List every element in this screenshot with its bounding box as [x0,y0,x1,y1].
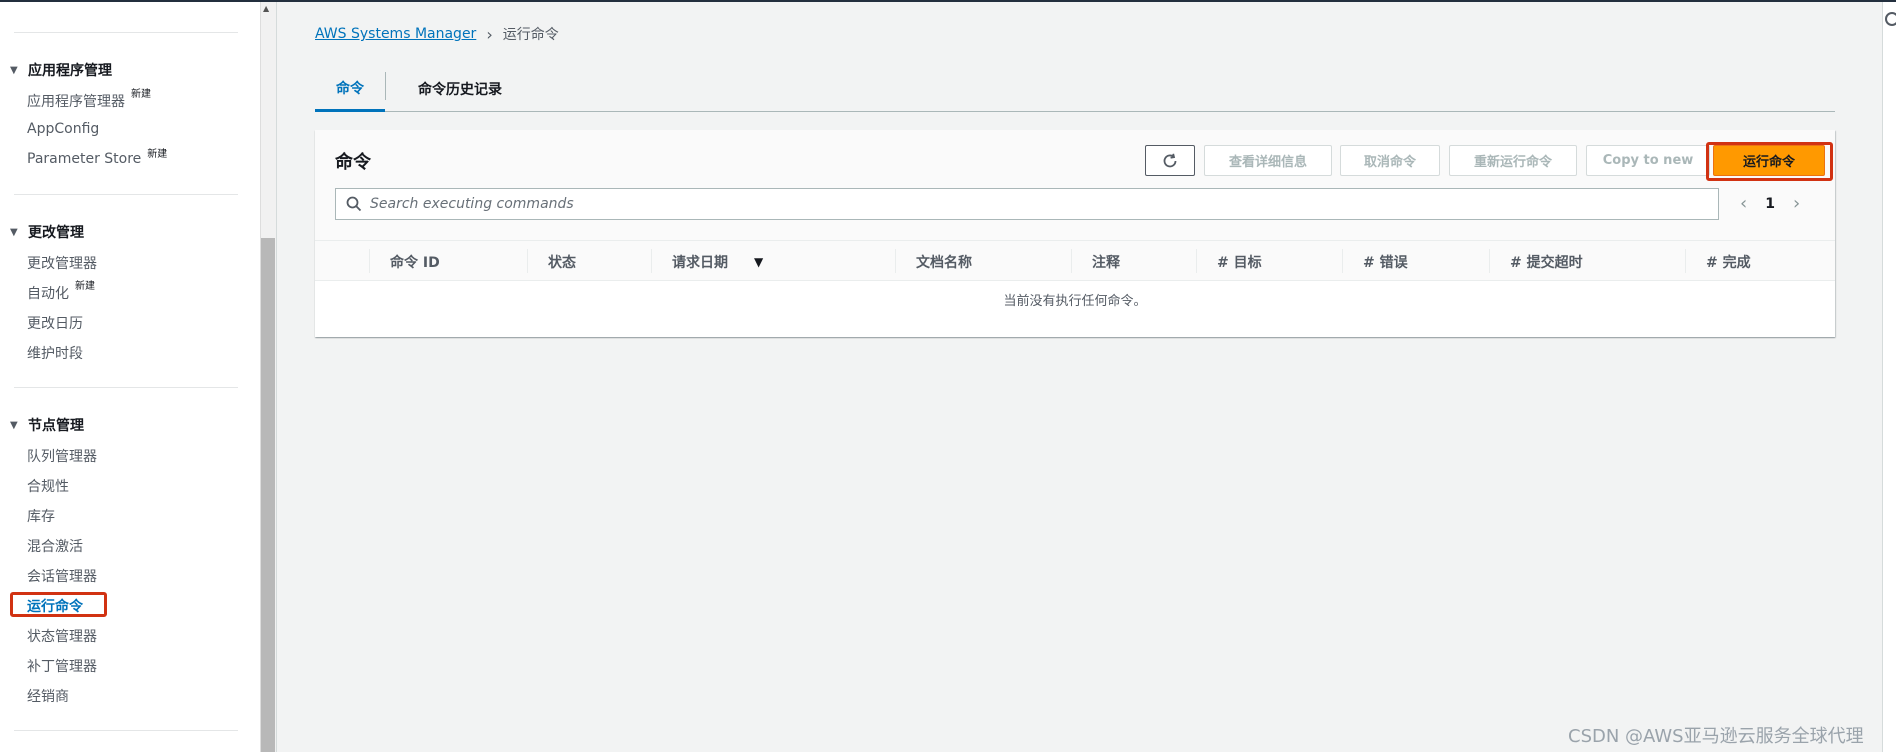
sidebar-section-node-management[interactable]: ▼ 节点管理 [10,415,84,435]
caret-down-icon: ▼ [10,226,18,238]
nav-item-label: 应用程序管理器 [27,94,125,110]
commands-panel: 命令 查看详细信息 取消命令 重新运行命令 Copy to new 运行命令 ‹… [315,130,1835,337]
sidebar-item-parameter-store[interactable]: Parameter Store 新建 [27,149,167,167]
nav-item-label: 经销商 [27,689,69,705]
nav-item-label: 混合激活 [27,539,83,555]
top-border [0,0,1896,2]
sort-descending-icon[interactable]: ▼ [754,255,763,269]
sidebar-section-app-management[interactable]: ▼ 应用程序管理 [10,60,112,80]
search-input[interactable] [370,196,1670,212]
sidebar-item-appconfig[interactable]: AppConfig [27,121,99,137]
nav-item-label: 库存 [27,509,55,525]
sidebar-divider [14,387,238,388]
right-side-panel [1882,2,1896,752]
sidebar-item-inventory[interactable]: 库存 [27,506,55,526]
scroll-up-icon[interactable]: ▲ [263,4,269,13]
pagination: ‹ 1 › [1740,193,1800,214]
caret-down-icon: ▼ [10,419,18,431]
current-page-number[interactable]: 1 [1765,196,1775,212]
column-delivery-timeouts[interactable]: # 提交超时 [1490,241,1583,282]
column-comment[interactable]: 注释 [1072,241,1120,282]
panel-title: 命令 [335,152,371,173]
table-header: 命令 ID 状态 请求日期 ▼ 文档名称 注释 # 目标 # 错误 # 提交超时… [315,240,1835,281]
sidebar-divider [14,194,238,195]
refresh-button[interactable] [1145,145,1195,176]
tab-bar: 命令 命令历史记录 [315,66,1835,112]
sidebar-item-maintenance-windows[interactable]: 维护时段 [27,343,83,363]
view-details-button[interactable]: 查看详细信息 [1204,145,1332,176]
search-icon [346,196,362,212]
sidebar-item-application-manager[interactable]: 应用程序管理器 新建 [27,89,151,111]
copy-to-new-button[interactable]: Copy to new [1586,145,1710,176]
column-request-date[interactable]: 请求日期 ▼ [652,241,763,282]
sidebar-item-compliance[interactable]: 合规性 [27,476,69,496]
nav-item-label: 会话管理器 [27,569,97,585]
search-bar [335,188,1719,220]
nav-item-label: 维护时段 [27,346,83,362]
column-command-id[interactable]: 命令 ID [370,241,440,282]
column-completed[interactable]: # 完成 [1686,241,1751,282]
previous-page-icon[interactable]: ‹ [1740,193,1747,214]
new-badge: 新建 [131,89,151,100]
tab-commands[interactable]: 命令 [315,66,385,112]
column-status[interactable]: 状态 [528,241,576,282]
section-title: 节点管理 [28,418,84,434]
next-page-icon[interactable]: › [1793,193,1800,214]
nav-item-label: AppConfig [27,121,100,137]
section-title: 更改管理 [28,225,84,241]
column-document-name[interactable]: 文档名称 [896,241,972,282]
sidebar-section-change-management[interactable]: ▼ 更改管理 [10,222,84,242]
sidebar-item-patch-manager[interactable]: 补丁管理器 [27,656,97,676]
column-label: 请求日期 [672,254,728,271]
sidebar-item-distributor[interactable]: 经销商 [27,686,69,706]
section-title: 应用程序管理 [28,63,112,79]
tab-command-history[interactable]: 命令历史记录 [395,66,525,112]
new-badge: 新建 [147,149,168,160]
column-errors[interactable]: # 错误 [1343,241,1408,282]
sidebar-item-change-manager[interactable]: 更改管理器 [27,253,97,273]
sidebar-item-automation[interactable]: 自动化 新建 [27,281,95,303]
column-targets[interactable]: # 目标 [1197,241,1262,282]
nav-item-label: 状态管理器 [27,629,97,645]
breadcrumb-current: 运行命令 [502,27,559,43]
sidebar-item-hybrid-activations[interactable]: 混合激活 [27,536,83,556]
breadcrumb-systems-manager-link[interactable]: AWS Systems Manager [315,26,476,42]
sidebar-nav: ▼ 应用程序管理 应用程序管理器 新建 AppConfig Parameter … [0,2,260,752]
chevron-right-icon: › [486,24,493,44]
nav-item-label: 补丁管理器 [27,659,97,675]
nav-item-label: 更改日历 [27,316,83,332]
nav-item-label: 自动化 [27,286,69,302]
empty-table-message: 当前没有执行任何命令。 [1003,294,1147,309]
rerun-command-button[interactable]: 重新运行命令 [1449,145,1577,176]
cancel-command-button[interactable]: 取消命令 [1340,145,1440,176]
new-badge: 新建 [75,281,95,292]
sidebar-divider [14,32,238,33]
nav-item-label: 合规性 [27,479,69,495]
settings-icon[interactable] [1885,12,1896,26]
nav-item-label: 更改管理器 [27,256,97,272]
sidebar-item-change-calendar[interactable]: 更改日历 [27,313,83,333]
nav-item-label: 队列管理器 [27,449,97,465]
watermark: CSDN @AWS亚马逊云服务全球代理 [1568,726,1864,747]
content-edge [276,2,277,752]
sidebar-item-fleet-manager[interactable]: 队列管理器 [27,446,97,466]
sidebar-item-session-manager[interactable]: 会话管理器 [27,566,97,586]
sidebar-divider [14,730,238,731]
caret-down-icon: ▼ [10,64,18,76]
run-command-button-highlight [1706,142,1833,181]
sidebar-item-state-manager[interactable]: 状态管理器 [27,626,97,646]
run-command-highlight [10,592,107,617]
nav-item-label: Parameter Store [27,151,142,167]
refresh-icon [1163,153,1177,167]
sidebar-scrollbar-thumb[interactable] [261,238,275,752]
tab-separator [385,72,386,100]
breadcrumb: AWS Systems Manager › 运行命令 [315,24,559,44]
